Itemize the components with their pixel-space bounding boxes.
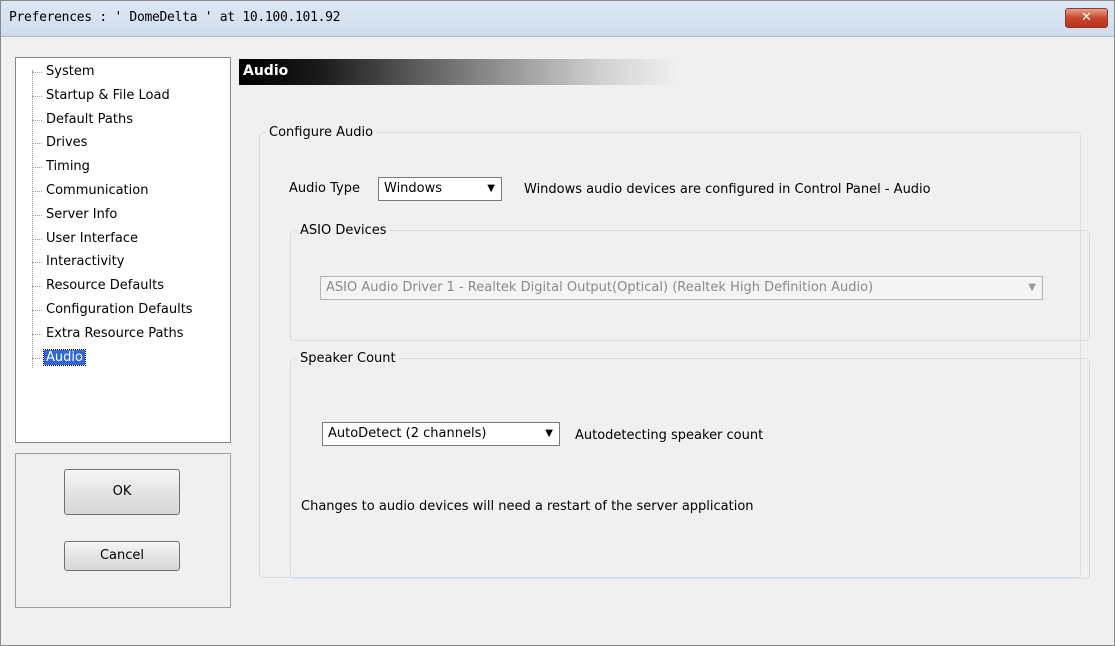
section-header: Audio — [239, 59, 1099, 85]
sidebar-item-drives[interactable]: Drives — [30, 135, 195, 159]
sidebar-item-startup-file-load[interactable]: Startup & File Load — [30, 88, 195, 112]
sidebar-item-label: Audio — [43, 348, 86, 366]
sidebar-item-user-interface[interactable]: User Interface — [30, 231, 195, 255]
sidebar-item-timing[interactable]: Timing — [30, 159, 195, 183]
close-icon: ✕ — [1081, 10, 1092, 25]
sidebar-item-label: Resource Defaults — [46, 278, 165, 294]
sidebar-item-extra-resource-paths[interactable]: Extra Resource Paths — [30, 326, 195, 350]
sidebar-item-label: Server Info — [46, 206, 118, 222]
sidebar-item-label: Startup & File Load — [46, 87, 170, 103]
sidebar-item-label: Drives — [46, 135, 88, 151]
asio-device-select[interactable]: ASIO Audio Driver 1 - Realtek Digital Ou… — [320, 276, 1043, 300]
sidebar-item-label: Communication — [46, 182, 149, 198]
sidebar-item-label: Extra Resource Paths — [46, 325, 184, 341]
cancel-button[interactable]: Cancel — [64, 541, 180, 571]
sidebar-item-system[interactable]: System — [30, 64, 195, 88]
sidebar-item-label: Interactivity — [46, 254, 125, 270]
audio-type-note: Windows audio devices are configured in … — [524, 182, 931, 197]
chevron-down-icon: ▼ — [487, 183, 495, 194]
preferences-window: Preferences : ' DomeDelta ' at 10.100.10… — [0, 0, 1115, 646]
sidebar-item-configuration-defaults[interactable]: Configuration Defaults — [30, 302, 195, 326]
restart-note: Changes to audio devices will need a res… — [301, 499, 754, 514]
sidebar-item-interactivity[interactable]: Interactivity — [30, 254, 195, 278]
speaker-count-value: AutoDetect (2 channels) — [328, 426, 487, 441]
chevron-down-icon: ▼ — [1028, 282, 1036, 293]
sidebar-item-label: Timing — [46, 159, 90, 175]
sidebar-item-communication[interactable]: Communication — [30, 183, 195, 207]
sidebar-item-label: Default Paths — [46, 111, 133, 127]
button-panel: OK Cancel — [15, 453, 231, 608]
sidebar-item-label: System — [46, 64, 95, 79]
speaker-count-note: Autodetecting speaker count — [575, 428, 764, 443]
title-bar[interactable]: Preferences : ' DomeDelta ' at 10.100.10… — [1, 1, 1114, 37]
speaker-count-legend: Speaker Count — [300, 351, 396, 366]
audio-type-value: Windows — [384, 181, 443, 196]
speaker-count-select[interactable]: AutoDetect (2 channels) ▼ — [322, 422, 560, 446]
asio-devices-legend: ASIO Devices — [300, 223, 387, 238]
ok-button[interactable]: OK — [64, 469, 180, 515]
audio-type-select[interactable]: Windows ▼ — [378, 177, 502, 201]
sidebar-item-label: User Interface — [46, 230, 138, 246]
sidebar-item-default-paths[interactable]: Default Paths — [30, 112, 195, 136]
audio-type-label: Audio Type — [289, 181, 360, 196]
sidebar-item-label: Configuration Defaults — [46, 301, 193, 317]
configure-audio-legend: Configure Audio — [269, 125, 374, 140]
window-title: Preferences : ' DomeDelta ' at 10.100.10… — [9, 10, 341, 25]
sidebar-item-audio[interactable]: Audio — [30, 348, 195, 374]
sidebar-item-resource-defaults[interactable]: Resource Defaults — [30, 278, 195, 302]
chevron-down-icon: ▼ — [545, 428, 553, 439]
sidebar-item-server-info[interactable]: Server Info — [30, 207, 195, 231]
speaker-count-group: Speaker Count — [290, 351, 1090, 579]
preferences-tree[interactable]: System Startup & File Load Default Paths Dr… — [15, 57, 231, 443]
close-button[interactable]: ✕ — [1065, 8, 1108, 28]
asio-device-value: ASIO Audio Driver 1 - Realtek Digital Ou… — [326, 280, 874, 295]
section-title: Audio — [243, 63, 289, 79]
